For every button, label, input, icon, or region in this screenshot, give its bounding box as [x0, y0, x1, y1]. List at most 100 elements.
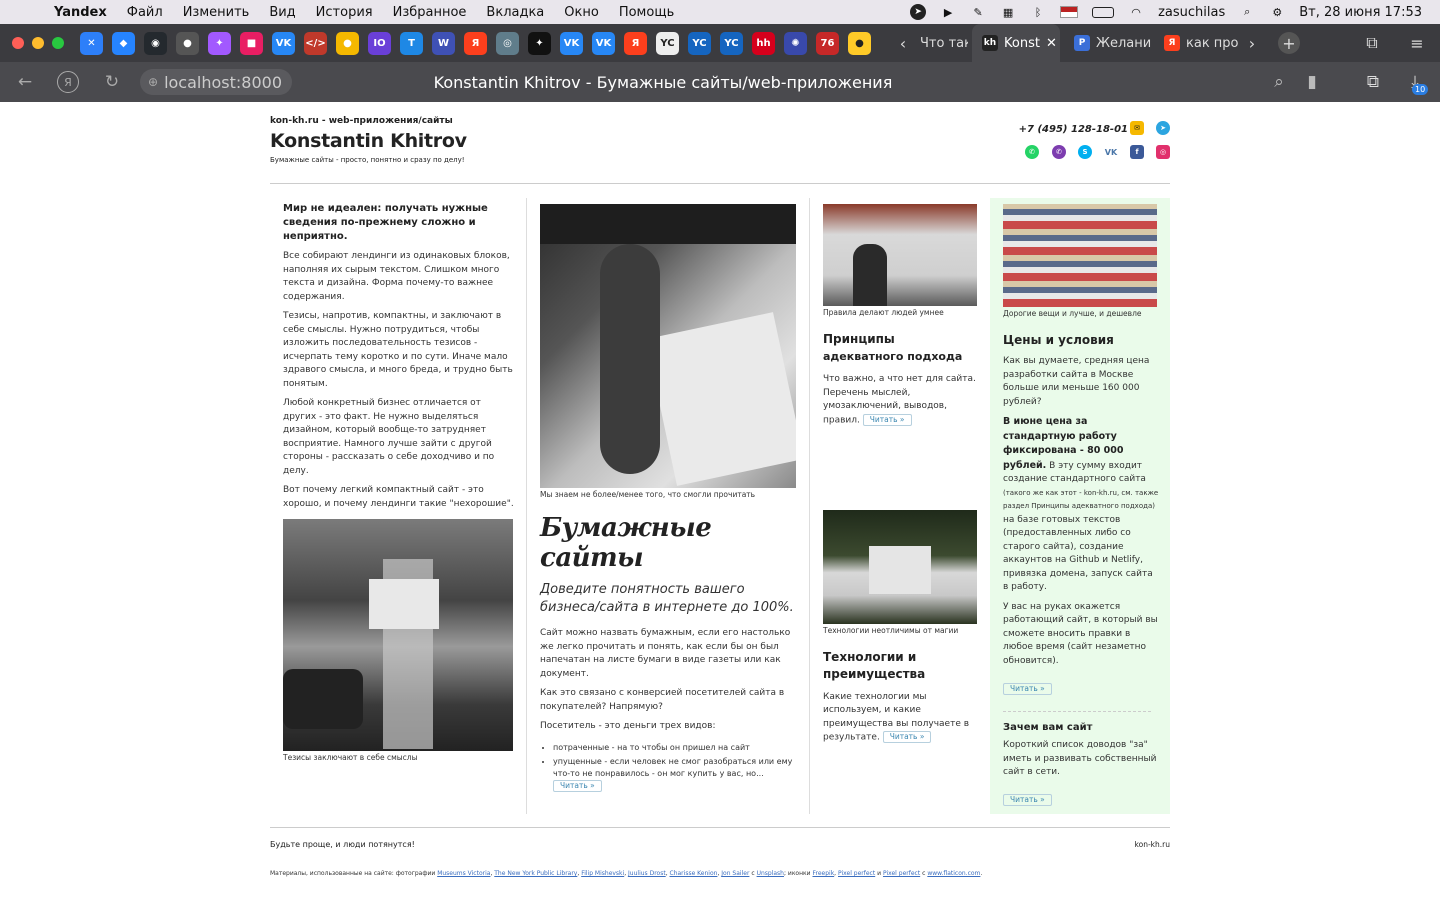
viber-icon[interactable]: ✆: [1052, 145, 1066, 159]
tab-inactive[interactable]: P Желани: [1064, 24, 1154, 62]
menu-bookmarks[interactable]: Избранное: [393, 5, 467, 20]
menu-app-name[interactable]: Yandex: [54, 5, 107, 20]
credit-link[interactable]: Pixel perfect: [838, 870, 875, 877]
pinned-tab-icon[interactable]: 76: [816, 31, 839, 55]
telegram-icon[interactable]: ➤: [1156, 121, 1170, 135]
vk-icon[interactable]: VK: [592, 31, 615, 55]
credit-link[interactable]: Filip Mishevski: [581, 870, 624, 877]
search-icon[interactable]: ⌕: [1239, 5, 1255, 19]
duck-icon[interactable]: ●: [848, 31, 871, 55]
photo-caption: Дорогие вещи и лучше, и дешевле: [1003, 309, 1142, 318]
minimize-window-button[interactable]: [32, 37, 44, 49]
vk-icon[interactable]: VK: [1104, 145, 1118, 159]
pinned-tab-icon[interactable]: IO: [368, 31, 391, 55]
read-more-button[interactable]: Читать »: [882, 731, 932, 743]
email-icon[interactable]: ✉: [1130, 121, 1144, 135]
footer-domain[interactable]: kon-kh.ru: [1135, 840, 1170, 849]
keyboard-flag-icon[interactable]: [1060, 6, 1079, 18]
menu-edit[interactable]: Изменить: [183, 5, 250, 20]
pinned-tab-icon[interactable]: ◎: [496, 31, 519, 55]
collections-icon[interactable]: ⧉: [1361, 32, 1383, 54]
wifi-icon[interactable]: ◠: [1128, 5, 1144, 19]
pricing-title[interactable]: Цены и условия: [1003, 332, 1159, 349]
read-more-button[interactable]: Читать »: [1003, 682, 1052, 695]
menu-window[interactable]: Окно: [564, 5, 599, 20]
pinned-tab-icon[interactable]: T: [400, 31, 423, 55]
read-more-button[interactable]: Читать »: [862, 413, 912, 426]
figma-icon[interactable]: ✦: [208, 31, 231, 55]
hh-icon[interactable]: hh: [752, 31, 775, 55]
menu-tab[interactable]: Вкладка: [486, 5, 544, 20]
why-site-title[interactable]: Зачем вам сайт: [1003, 722, 1159, 733]
credit-link[interactable]: Freepik: [812, 870, 834, 877]
menu-history[interactable]: История: [316, 5, 373, 20]
site-domain-line: kon-kh.ru - web-приложения/сайты: [270, 116, 453, 126]
phone-link[interactable]: +7 (495) 128-18-01: [1019, 124, 1128, 135]
pinned-tab-icon[interactable]: YC: [656, 31, 679, 55]
article-title-principles[interactable]: Принципы адекватного подхода: [823, 331, 979, 365]
site-name[interactable]: Konstantin Khitrov: [270, 130, 467, 152]
browser-addressbar: ← Я ↻ ⊕ localhost:8000 Konstantin Khitro…: [0, 62, 1440, 102]
tab-active[interactable]: kh Konst ✕: [972, 24, 1060, 62]
column-divider: [809, 198, 810, 814]
menubar-user[interactable]: zasuchilas: [1158, 5, 1225, 20]
skype-icon[interactable]: S: [1078, 145, 1092, 159]
read-more-button[interactable]: Читать »: [553, 779, 602, 792]
zoom-window-button[interactable]: [52, 37, 64, 49]
pinned-tab-icon[interactable]: YC: [720, 31, 743, 55]
credits-sep: с: [922, 870, 926, 877]
credit-link[interactable]: Jon Sailer: [721, 870, 749, 877]
close-tab-icon[interactable]: ✕: [1046, 36, 1057, 51]
play-icon[interactable]: ▶: [940, 5, 956, 19]
github-icon[interactable]: ◉: [144, 31, 167, 55]
menu-icon[interactable]: ≡: [1406, 32, 1428, 54]
pinned-tab-icon[interactable]: ■: [240, 31, 263, 55]
pinned-tab-icon[interactable]: ✦: [528, 31, 551, 55]
tool-icon[interactable]: ✎: [970, 5, 986, 19]
read-more-button[interactable]: Читать »: [1003, 794, 1052, 806]
bluetooth-icon[interactable]: ᛒ: [1030, 5, 1046, 19]
tabs-scroll-right-icon[interactable]: ›: [1241, 32, 1263, 54]
bookmark-icon[interactable]: ▮: [1301, 71, 1323, 93]
intro-paragraph: Тезисы, напротив, компактны, и заключают…: [283, 311, 513, 389]
pinned-tab-icon[interactable]: ✺: [784, 31, 807, 55]
pinned-tab-icon[interactable]: W: [432, 31, 455, 55]
code-icon[interactable]: </>: [304, 31, 327, 55]
pinned-tab-icon[interactable]: ●: [336, 31, 359, 55]
whatsapp-icon[interactable]: ✆: [1025, 145, 1039, 159]
control-center-icon[interactable]: ⚙: [1269, 5, 1285, 19]
menu-file[interactable]: Файл: [127, 5, 163, 20]
credit-link[interactable]: Unsplash: [757, 870, 784, 877]
yandex-icon[interactable]: Я: [624, 31, 647, 55]
credit-link[interactable]: www.flaticon.com: [927, 870, 980, 877]
extensions-icon[interactable]: ⧉: [1362, 71, 1384, 93]
credit-link[interactable]: The New York Public Library: [494, 870, 577, 877]
search-page-icon[interactable]: ⌕: [1268, 71, 1290, 93]
navigation-icon[interactable]: ➤: [910, 4, 927, 20]
menubar-datetime[interactable]: Вт, 28 июня 17:53: [1299, 5, 1422, 20]
column-main: Мы знаем не более/менее того, что смогли…: [540, 204, 798, 794]
pinned-tab-icon[interactable]: YC: [688, 31, 711, 55]
menu-view[interactable]: Вид: [269, 5, 295, 20]
new-tab-icon[interactable]: +: [1278, 32, 1300, 54]
pinned-tab-icon[interactable]: ●: [176, 31, 199, 55]
credit-link[interactable]: Juulius Drost: [628, 870, 666, 877]
credit-link[interactable]: Museums Victoria: [437, 870, 490, 877]
credit-link[interactable]: Charisse Kenion: [670, 870, 718, 877]
memory-icon[interactable]: ▦: [1000, 5, 1016, 19]
menu-help[interactable]: Помощь: [619, 5, 674, 20]
vk-icon[interactable]: VK: [560, 31, 583, 55]
tab-inactive[interactable]: Я как про: [1154, 24, 1238, 62]
pinned-tab-icon[interactable]: ◆: [112, 31, 135, 55]
footer-divider: [270, 827, 1170, 828]
yandex-icon[interactable]: Я: [464, 31, 487, 55]
vk-icon[interactable]: VK: [272, 31, 295, 55]
article-title-technologies[interactable]: Технологии и преимущества: [823, 649, 979, 683]
instagram-icon[interactable]: ◎: [1156, 145, 1170, 159]
tab-inactive[interactable]: Что так: [910, 24, 968, 62]
facebook-icon[interactable]: f: [1130, 145, 1144, 159]
credit-link[interactable]: Pixel perfect: [883, 870, 920, 877]
pinned-tab-icon[interactable]: ✕: [80, 31, 103, 55]
close-window-button[interactable]: [12, 37, 24, 49]
battery-icon[interactable]: [1092, 6, 1115, 18]
